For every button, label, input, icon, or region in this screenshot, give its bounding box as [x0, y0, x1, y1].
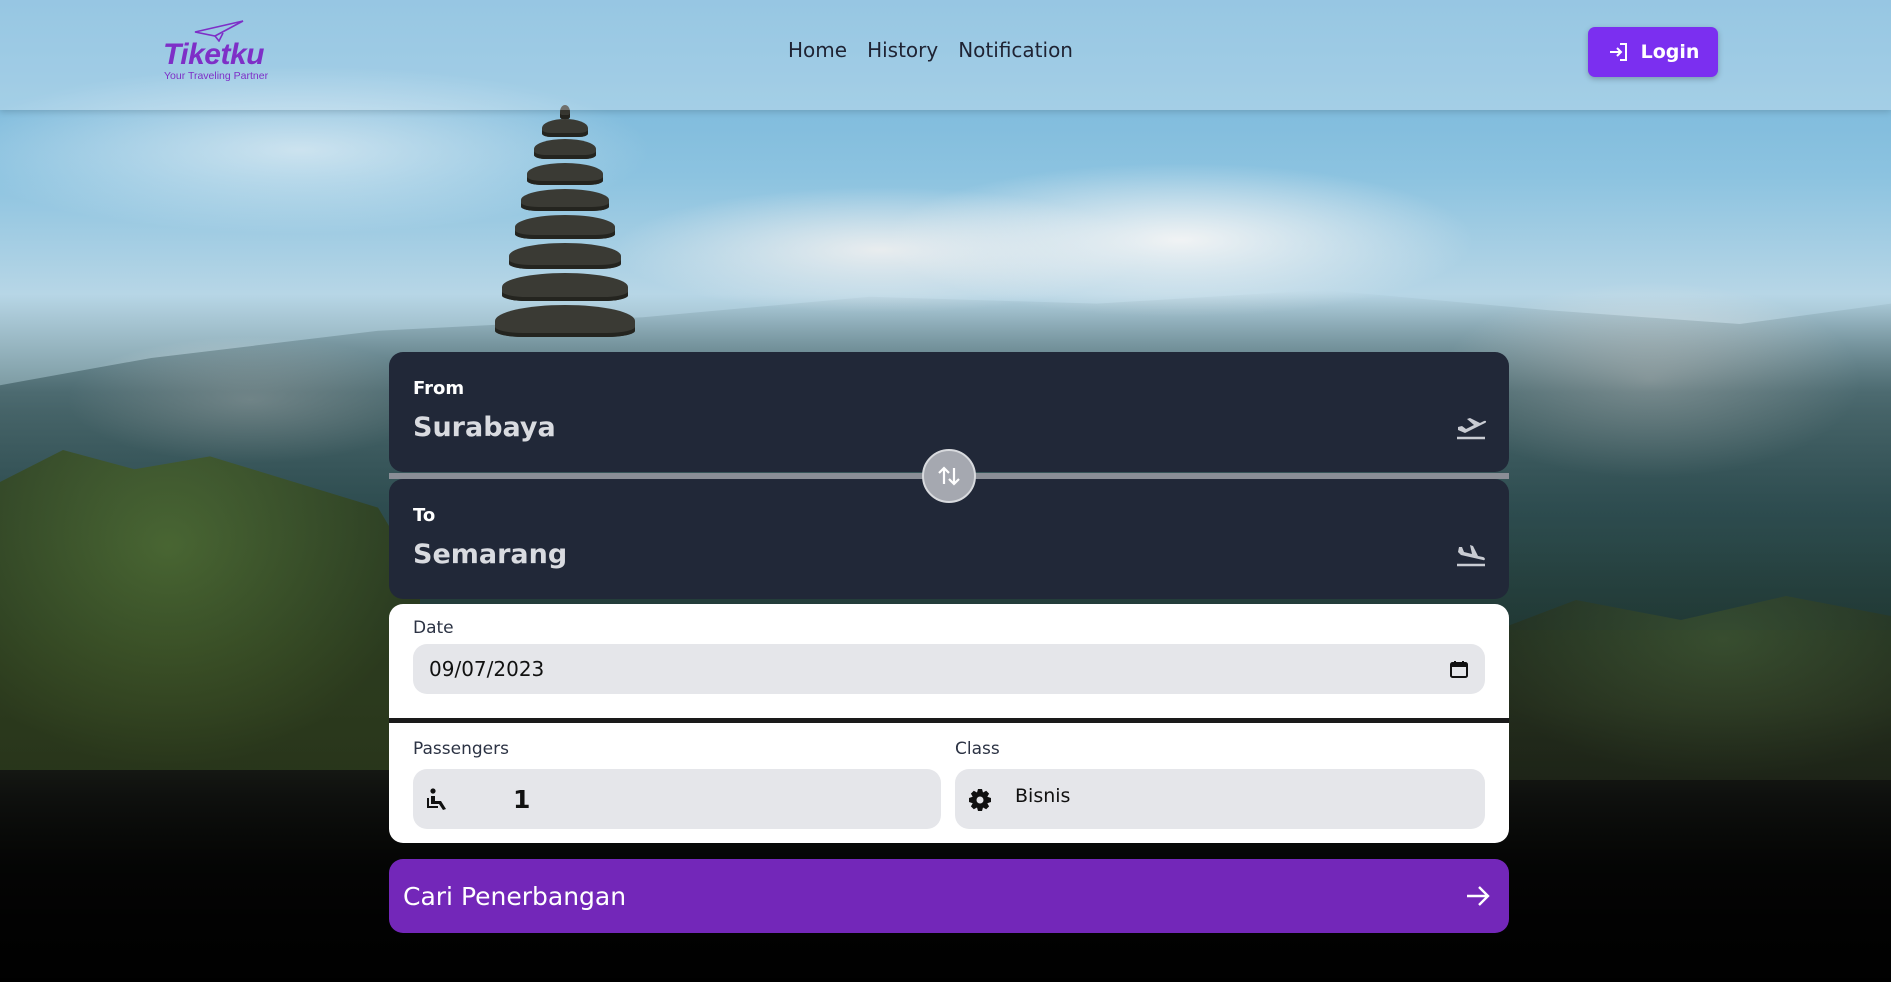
swap-vertical-icon — [938, 466, 960, 486]
class-label: Class — [955, 739, 1000, 759]
gear-icon — [969, 789, 991, 811]
swap-button[interactable] — [922, 449, 976, 503]
to-label: To — [413, 505, 436, 526]
nav-home[interactable]: Home — [788, 38, 847, 62]
date-label: Date — [413, 618, 454, 638]
from-value: Surabaya — [413, 412, 556, 443]
passengers-class-card: Passengers Class 1 Bisnis — [389, 723, 1509, 843]
class-value: Bisnis — [1015, 785, 1071, 807]
search-flights-button[interactable]: Cari Penerbangan — [389, 859, 1509, 933]
nav-notification[interactable]: Notification — [958, 38, 1073, 62]
date-value: 09/07/2023 — [429, 657, 545, 681]
calendar-icon[interactable] — [1449, 659, 1469, 679]
main-nav: Home History Notification — [788, 38, 1073, 62]
seat-passenger-icon — [427, 788, 446, 810]
date-input[interactable]: 09/07/2023 — [413, 644, 1485, 694]
passengers-value: 1 — [513, 785, 531, 814]
passengers-field[interactable]: 1 — [413, 769, 941, 829]
flight-takeoff-icon — [1457, 418, 1487, 440]
to-value: Semarang — [413, 539, 568, 570]
brand-tagline: Your Traveling Partner — [164, 70, 269, 82]
brand-logo[interactable]: Tiketku Your Traveling Partner — [163, 20, 283, 86]
search-flights-label: Cari Penerbangan — [403, 881, 627, 911]
date-card: Date 09/07/2023 — [389, 604, 1509, 718]
login-icon — [1609, 43, 1627, 61]
from-label: From — [413, 378, 465, 399]
passengers-label: Passengers — [413, 739, 509, 759]
flight-land-icon — [1457, 545, 1485, 567]
nav-history[interactable]: History — [867, 38, 938, 62]
background-pagoda — [490, 105, 640, 355]
login-button[interactable]: Login — [1588, 27, 1718, 77]
arrow-right-icon — [1467, 886, 1490, 906]
login-label: Login — [1640, 41, 1700, 63]
top-navbar: Tiketku Your Traveling Partner Home Hist… — [0, 0, 1891, 110]
brand-name: Tiketku — [163, 38, 265, 71]
class-field[interactable]: Bisnis — [955, 769, 1485, 829]
